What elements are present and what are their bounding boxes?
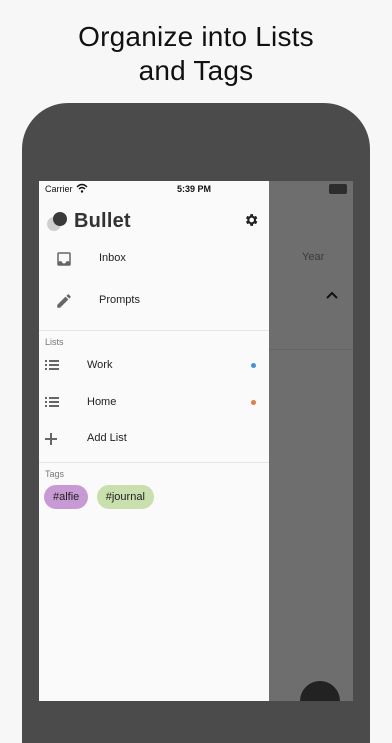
promo-headline: Organize into Lists and Tags	[0, 20, 392, 88]
bullet-logo-icon	[47, 212, 67, 231]
lists-section-label: Lists	[45, 337, 64, 347]
year-tab[interactable]: Year	[302, 251, 324, 263]
divider	[39, 330, 269, 331]
gear-icon[interactable]	[243, 212, 259, 228]
nav-label-prompts: Prompts	[99, 294, 140, 306]
list-icon	[45, 360, 59, 370]
chevron-up-icon[interactable]	[326, 291, 338, 299]
carrier-label: Carrier	[45, 184, 73, 194]
list-item-work[interactable]: Work	[39, 350, 269, 382]
status-bar: Carrier 5:39 PM	[39, 181, 269, 197]
app-name: Bullet	[74, 210, 131, 232]
background-divider	[269, 349, 353, 350]
list-color-dot	[251, 400, 256, 405]
plus-icon	[45, 433, 57, 445]
inbox-icon	[57, 252, 71, 266]
phone-screen: Year Carrier 5:39 PM Bullet Inbox Prompt…	[39, 181, 353, 701]
list-label-work: Work	[87, 359, 113, 371]
nav-item-inbox[interactable]: Inbox	[39, 241, 269, 277]
headline-line-1: Organize into Lists	[78, 21, 314, 52]
side-drawer: Carrier 5:39 PM Bullet Inbox Prompts Lis…	[39, 181, 269, 701]
battery-icon	[329, 184, 347, 194]
pencil-icon	[57, 294, 71, 308]
nav-item-prompts[interactable]: Prompts	[39, 283, 269, 319]
tag-list: #alfie #journal	[44, 485, 158, 509]
list-icon	[45, 397, 59, 407]
tag-chip-journal[interactable]: #journal	[96, 485, 154, 509]
wifi-icon	[76, 183, 88, 193]
tag-chip-alfie[interactable]: #alfie	[44, 485, 89, 509]
status-time: 5:39 PM	[177, 184, 212, 194]
add-list-button[interactable]: Add List	[39, 423, 269, 455]
add-fab-button[interactable]	[300, 681, 340, 701]
list-label-home: Home	[87, 396, 117, 408]
list-item-home[interactable]: Home	[39, 387, 269, 419]
tags-section-label: Tags	[45, 469, 65, 479]
list-color-dot	[251, 363, 256, 368]
add-list-label: Add List	[87, 432, 127, 444]
divider	[39, 462, 269, 463]
app-header: Bullet	[45, 209, 269, 233]
nav-label-inbox: Inbox	[99, 252, 126, 264]
headline-line-2: and Tags	[138, 55, 254, 86]
